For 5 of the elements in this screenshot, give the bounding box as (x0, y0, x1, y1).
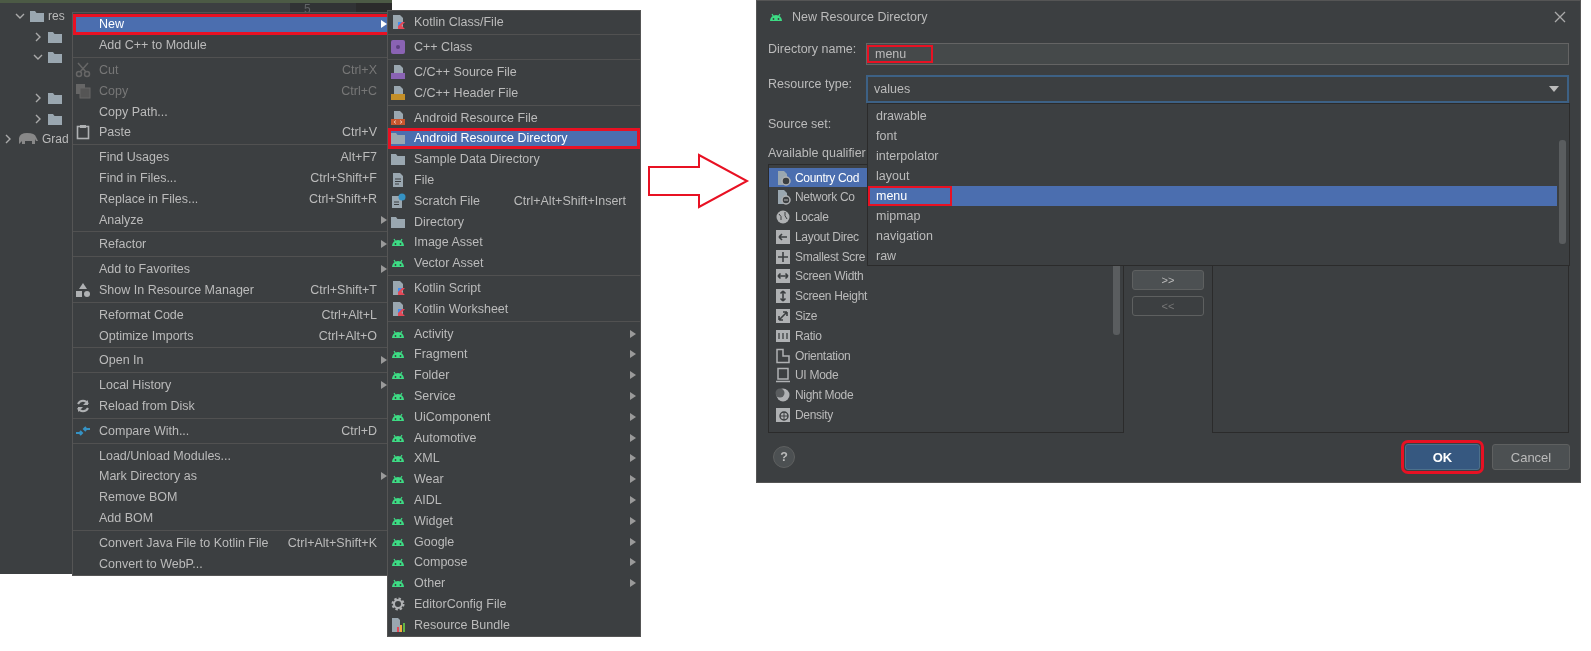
window-title: New Resource Directory (792, 9, 929, 24)
field-label: Directory name: (768, 41, 858, 56)
field-label: Source set: (768, 116, 832, 131)
field-label: Available qualifier (768, 145, 866, 160)
field-label: Resource type: (768, 76, 854, 91)
